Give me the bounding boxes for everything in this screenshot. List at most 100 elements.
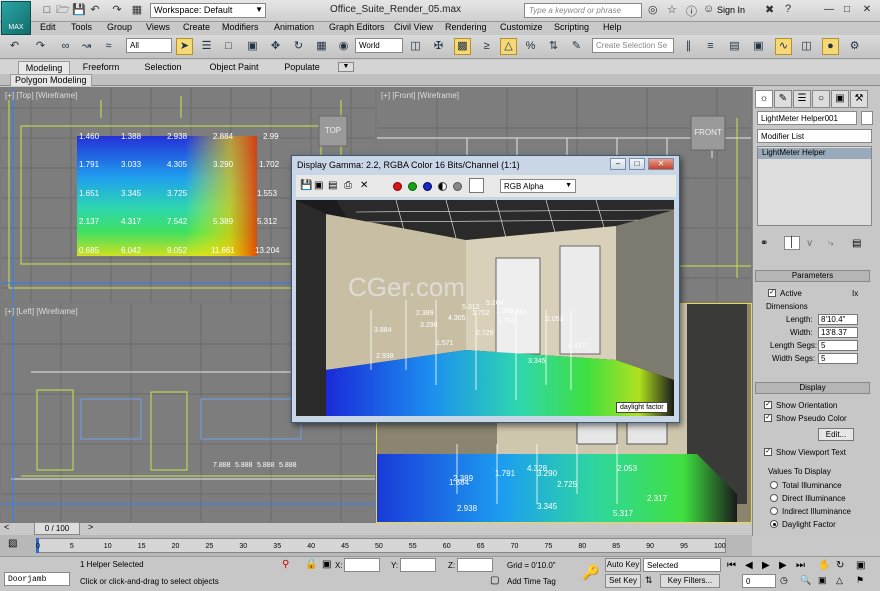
modify-tab-icon[interactable]: ✎ xyxy=(774,90,792,108)
show-viewport-text-checkbox[interactable]: ✓ xyxy=(764,448,772,456)
viewport-label[interactable]: [+] [Top] [Wireframe] xyxy=(5,91,77,100)
maxscript-listener[interactable]: Doorjamb xyxy=(4,572,70,586)
pan-icon[interactable]: ✋ xyxy=(818,560,830,571)
hierarchy-tab-icon[interactable]: ☰ xyxy=(793,90,811,108)
red-channel-toggle[interactable] xyxy=(393,182,402,191)
open-icon[interactable]: 🗁 xyxy=(56,3,70,17)
maximize-button[interactable]: □ xyxy=(629,158,645,170)
binoculars-icon[interactable]: ◎ xyxy=(648,3,658,16)
modifier-list-dropdown[interactable]: Modifier List xyxy=(757,129,872,143)
workspace-dropdown[interactable]: Workspace: Default ▼ xyxy=(150,3,266,18)
daylight-factor-radio[interactable] xyxy=(770,520,778,528)
tab-object-paint[interactable]: Object Paint xyxy=(204,61,264,74)
help-icon[interactable]: ? xyxy=(785,3,791,15)
project-folder-icon[interactable]: ▦ xyxy=(130,3,144,17)
select-by-name-icon[interactable]: ☰ xyxy=(198,38,215,55)
tab-freeform[interactable]: Freeform xyxy=(78,61,124,74)
alpha-channel-toggle[interactable] xyxy=(438,182,447,191)
configure-sets-icon[interactable]: ▤ xyxy=(852,238,861,249)
copy-image-icon[interactable]: ▣ xyxy=(314,180,323,191)
menu-edit[interactable]: Edit xyxy=(40,22,56,32)
keyboard-shortcut-override-icon[interactable]: ▩ xyxy=(454,38,471,55)
clone-window-icon[interactable]: ▤ xyxy=(328,180,337,191)
rendered-frame-window[interactable]: Display Gamma: 2.2, RGBA Color 16 Bits/C… xyxy=(291,155,680,423)
show-end-result-icon[interactable]: │ xyxy=(784,236,800,250)
go-to-start-icon[interactable]: ⏮ xyxy=(727,560,736,571)
viewcube-top[interactable]: TOP xyxy=(319,126,347,135)
motion-tab-icon[interactable]: ○ xyxy=(812,90,830,108)
undo-icon[interactable]: ↶ xyxy=(88,3,102,17)
select-manipulate-icon[interactable]: ✠ xyxy=(430,38,447,55)
viewcube-front[interactable]: FRONT xyxy=(691,128,725,137)
menu-group[interactable]: Group xyxy=(107,22,132,32)
total-illuminance-radio[interactable] xyxy=(770,481,778,489)
tab-selection[interactable]: Selection xyxy=(138,61,188,74)
menu-create[interactable]: Create xyxy=(183,22,210,32)
angle-snap-icon[interactable]: △ xyxy=(500,38,517,55)
application-button[interactable]: MAX xyxy=(1,1,31,35)
bind-spacewarp-icon[interactable]: ≈ xyxy=(100,38,117,55)
monochrome-toggle[interactable] xyxy=(453,182,462,191)
display-rollout[interactable]: Display xyxy=(755,382,870,394)
make-unique-icon[interactable]: ∨ xyxy=(806,238,813,249)
width-spinner[interactable]: 13'8.37 xyxy=(818,327,858,338)
render-setup-icon[interactable]: ⚙ xyxy=(846,38,863,55)
menu-scripting[interactable]: Scripting xyxy=(554,22,589,32)
ribbon-options-button[interactable]: ▼ xyxy=(338,62,354,72)
user-icon[interactable]: ☺ xyxy=(703,3,714,15)
ribbon-toggle-icon[interactable]: ▣ xyxy=(750,38,767,55)
new-icon[interactable]: □ xyxy=(40,3,54,17)
tab-populate[interactable]: Populate xyxy=(278,61,326,74)
scale-icon[interactable]: ▦ xyxy=(313,38,330,55)
indirect-illuminance-radio[interactable] xyxy=(770,507,778,515)
menu-help[interactable]: Help xyxy=(603,22,622,32)
mirror-icon[interactable]: ∥ xyxy=(680,38,697,55)
snaps-toggle-icon[interactable]: ≥ xyxy=(478,38,495,55)
absolute-mode-icon[interactable]: ▣ xyxy=(322,559,331,570)
length-segs-spinner[interactable]: 5 xyxy=(818,340,858,351)
place-icon[interactable]: ◉ xyxy=(335,38,352,55)
width-segs-spinner[interactable]: 5 xyxy=(818,353,858,364)
spinner-snap-icon[interactable]: ⇅ xyxy=(545,38,562,55)
save-icon[interactable]: 💾 xyxy=(72,3,86,17)
viewport-label[interactable]: [+] [Left] [Wireframe] xyxy=(5,307,78,316)
tab-modeling[interactable]: Modeling xyxy=(18,61,70,74)
menu-graph-editors[interactable]: Graph Editors xyxy=(329,22,385,32)
prev-frame-icon[interactable]: < xyxy=(4,522,9,532)
named-selection-set-input[interactable]: Create Selection Se xyxy=(592,38,674,53)
mini-curve-editor-icon[interactable]: ▧ xyxy=(8,538,17,549)
isolate-selection-icon[interactable]: ⚲ xyxy=(282,559,289,570)
parameters-rollout[interactable]: Parameters xyxy=(755,270,870,282)
go-to-end-icon[interactable]: ⏭ xyxy=(796,560,805,571)
key-filters-button[interactable]: Key Filters... xyxy=(660,574,720,588)
blue-channel-toggle[interactable] xyxy=(423,182,432,191)
save-image-icon[interactable]: 💾 xyxy=(300,180,312,191)
menu-views[interactable]: Views xyxy=(146,22,170,32)
field-of-view-icon[interactable]: △ xyxy=(836,575,843,586)
link-icon[interactable]: ∞ xyxy=(57,38,74,55)
search-input[interactable]: Type a keyword or phrase xyxy=(524,3,642,18)
remove-modifier-icon[interactable]: ⤷ xyxy=(828,238,834,249)
modifier-stack-item[interactable]: LightMeter Helper xyxy=(758,148,871,159)
edit-button[interactable]: Edit... xyxy=(818,428,854,441)
y-coordinate-field[interactable] xyxy=(400,558,436,572)
star-icon[interactable]: ☆ xyxy=(667,3,677,16)
close-button[interactable]: ✕ xyxy=(860,3,874,16)
pivot-center-icon[interactable]: ◫ xyxy=(407,38,424,55)
active-checkbox[interactable]: ✓ xyxy=(768,289,776,297)
curve-editor-icon[interactable]: ∿ xyxy=(775,38,792,55)
menu-modifiers[interactable]: Modifiers xyxy=(222,22,259,32)
show-pseudo-color-checkbox[interactable]: ✓ xyxy=(764,414,772,422)
length-spinner[interactable]: 8'10.4" xyxy=(818,314,858,325)
exchange-icon[interactable]: ✖ xyxy=(765,3,774,16)
time-slider[interactable]: 0 / 100 xyxy=(34,522,80,535)
redo-icon[interactable]: ↷ xyxy=(32,38,49,55)
color-swatch[interactable] xyxy=(469,178,484,193)
current-frame-field[interactable]: 0 xyxy=(742,574,776,588)
menu-animation[interactable]: Animation xyxy=(274,22,314,32)
walk-through-icon[interactable]: ⚑ xyxy=(856,575,864,586)
minimize-button[interactable]: – xyxy=(610,158,626,170)
key-filter-dropdown[interactable]: Selected xyxy=(643,558,721,572)
info-icon[interactable]: ⓘ xyxy=(686,3,697,19)
menu-rendering[interactable]: Rendering xyxy=(445,22,487,32)
